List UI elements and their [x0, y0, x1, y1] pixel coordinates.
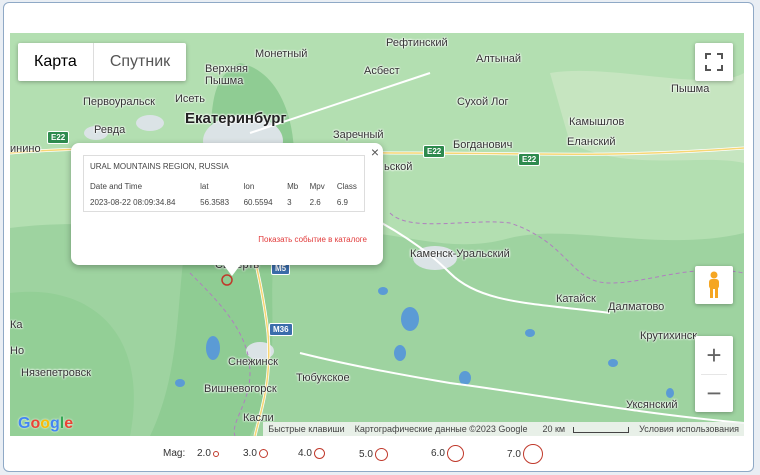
legend-label: Mag: — [163, 448, 185, 459]
place-label: Ка — [10, 319, 23, 331]
street-view-pegman-button[interactable] — [695, 266, 733, 304]
table-header: Date and Time — [90, 182, 143, 191]
terms-of-use-link[interactable]: Условия использования — [634, 424, 744, 434]
table-cell: 60.5594 — [243, 198, 273, 207]
event-region: URAL MOUNTAINS REGION, RUSSIA — [90, 162, 229, 171]
event-details-table: URAL MOUNTAINS REGION, RUSSIA Date and T… — [83, 155, 365, 212]
place-label: Монетный — [255, 48, 308, 60]
keyboard-shortcuts-link[interactable]: Быстрые клавиши — [263, 424, 349, 434]
place-label: Первоуральск — [83, 96, 155, 108]
legend-value: 5.0 — [359, 449, 373, 460]
table-cell: 2023-08-22 08:09:34.84 — [90, 198, 176, 207]
fullscreen-button[interactable] — [695, 43, 733, 81]
place-label: Заречный — [333, 129, 384, 141]
place-label: Богданович — [453, 139, 513, 151]
scale-bar — [573, 426, 630, 433]
road-shield: M36 — [269, 323, 293, 336]
magnitude-circle-icon — [313, 448, 325, 459]
map-type-map-button[interactable]: Карта — [18, 43, 94, 81]
place-label: Далматово — [608, 301, 665, 313]
place-label: Исеть — [175, 93, 205, 105]
place-label: Крутихинск — [640, 330, 698, 342]
map-data-attribution: Картографические данные ©2023 Google — [354, 424, 528, 434]
place-label: Рефтинский — [386, 37, 448, 49]
legend-value: 2.0 — [197, 448, 211, 459]
magnitude-circle-icon — [374, 448, 388, 461]
place-label: Нязепетровск — [21, 367, 91, 379]
legend-title: Mag: — [163, 448, 186, 459]
pegman-icon — [709, 271, 719, 298]
place-label: Пышма — [671, 83, 710, 95]
legend-item: 2.0 — [197, 448, 219, 459]
table-header: Class — [336, 182, 357, 191]
magnitude-circle-icon — [212, 450, 219, 457]
zoom-divider — [701, 374, 727, 375]
map-type-satellite-button[interactable]: Спутник — [94, 43, 186, 81]
place-label: Алтынай — [476, 53, 522, 65]
legend-value: 4.0 — [298, 448, 312, 459]
zoom-control: + − — [695, 336, 733, 412]
place-label: Камышлов — [569, 116, 625, 128]
table-cell: 56.3583 — [200, 198, 230, 207]
place-label: Каменск-Уральский — [410, 248, 510, 260]
place-label: Сухой Лог — [457, 96, 509, 108]
place-label: Катайск — [556, 293, 596, 305]
show-in-catalog-link[interactable]: Показать событие в каталоге — [258, 235, 367, 244]
road-shield: E22 — [47, 131, 70, 144]
event-info-window: × URAL MOUNTAINS REGION, RUSSIA Date and… — [71, 143, 383, 276]
magnitude-circle-icon — [258, 449, 268, 458]
magnitude-legend: Mag: 2.0 3.0 4.0 5.0 6.0 7.0 — [0, 442, 760, 468]
legend-item: 4.0 — [298, 448, 325, 459]
table-header: lat — [200, 182, 209, 191]
place-label: Еланский — [567, 136, 616, 148]
table-cell: 3 — [287, 198, 292, 207]
map-attribution-bar: Быстрые клавиши Картографические данные … — [263, 422, 744, 436]
close-icon[interactable]: × — [371, 144, 379, 160]
legend-item: 7.0 — [507, 444, 543, 464]
legend-item: 6.0 — [431, 445, 464, 462]
fullscreen-icon — [705, 53, 723, 71]
place-label: ьской — [384, 161, 413, 173]
map-scale-label: 20 км — [542, 424, 566, 434]
place-label: Верхняя Пышма — [205, 63, 248, 87]
place-label: Но — [10, 345, 25, 357]
magnitude-circle-icon — [522, 444, 543, 464]
table-header: Mb — [287, 182, 299, 191]
map-view[interactable]: Монетный Рефтинский Верхняя Пышма Асбест… — [10, 33, 744, 436]
table-header: Mpv — [309, 182, 325, 191]
road-shield: E22 — [423, 145, 446, 158]
table-header: lon — [243, 182, 255, 191]
place-label: Уксянский — [626, 399, 678, 411]
place-label: Ревда — [94, 124, 126, 136]
place-label: Снежинск — [228, 356, 278, 368]
place-label: Вишневогорск — [204, 383, 277, 395]
map-type-control: Карта Спутник — [18, 43, 187, 81]
legend-value: 7.0 — [507, 448, 521, 460]
magnitude-circle-icon — [446, 445, 464, 462]
table-cell: 6.9 — [336, 198, 348, 207]
legend-item: 5.0 — [359, 448, 388, 461]
zoom-in-button[interactable]: + — [695, 336, 733, 374]
google-logo: Google — [18, 415, 74, 432]
legend-value: 3.0 — [243, 448, 257, 459]
place-label: инино — [10, 143, 41, 155]
place-label-city: Екатеринбург — [185, 110, 287, 127]
table-cell: 2.6 — [309, 198, 321, 207]
zoom-out-button[interactable]: − — [695, 374, 733, 412]
place-label: Асбест — [364, 65, 400, 77]
info-window-pointer — [223, 264, 241, 276]
legend-value: 6.0 — [431, 448, 445, 459]
map-scale[interactable]: 20 км — [532, 424, 634, 434]
legend-item: 3.0 — [243, 448, 268, 459]
road-shield: E22 — [518, 153, 541, 166]
place-label: Тюбукское — [296, 372, 350, 384]
